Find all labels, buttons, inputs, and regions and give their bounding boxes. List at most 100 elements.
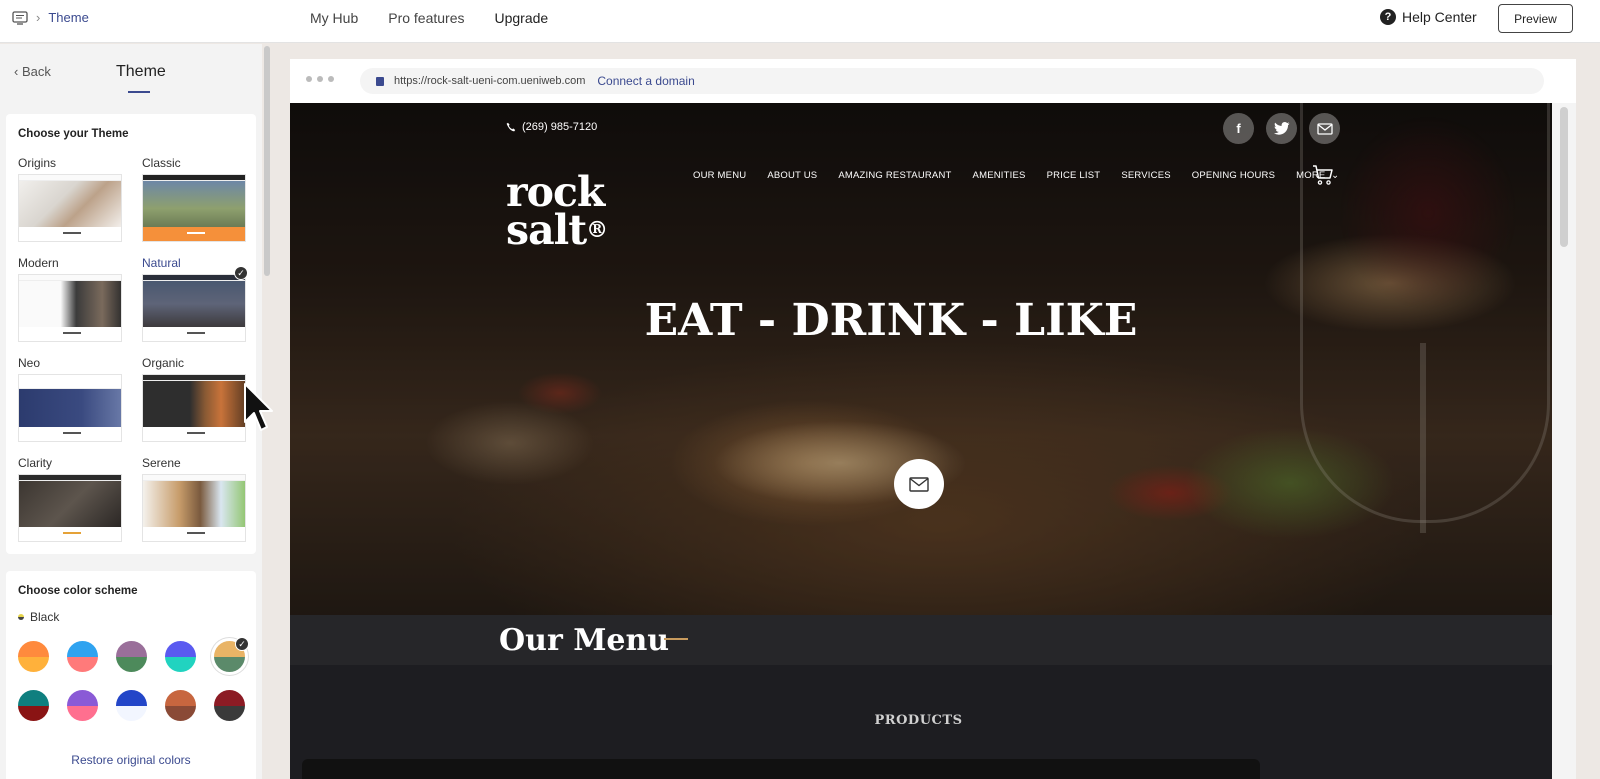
site-url: https://rock-salt-ueni-com.ueniweb.com	[394, 75, 586, 87]
back-button[interactable]: ‹ Back	[14, 64, 51, 79]
color-swatch[interactable]	[214, 690, 245, 721]
twitter-icon[interactable]	[1266, 113, 1297, 144]
help-center-link[interactable]: ? Help Center	[1380, 9, 1477, 25]
contact-mail-button[interactable]	[894, 459, 944, 509]
hero-headline-text: EAT - DRINK - LIKE	[644, 295, 1138, 346]
breadcrumb: › Theme	[12, 10, 89, 25]
nav-upgrade[interactable]: Upgrade	[495, 10, 549, 26]
color-swatch[interactable]	[165, 641, 196, 672]
logo-registered-mark: ®	[586, 217, 608, 243]
chevron-left-icon: ‹	[14, 64, 22, 79]
theme-name: Organic	[142, 356, 185, 370]
our-menu-title: Our Menu	[499, 623, 670, 658]
phone-text: (269) 985-7120	[522, 121, 598, 133]
email-icon[interactable]	[1309, 113, 1340, 144]
theme-option-natural[interactable]: Natural ✓	[142, 256, 248, 342]
envelope-icon	[909, 476, 929, 492]
site-nav-about-us[interactable]: ABOUT US	[767, 170, 817, 181]
theme-name: Modern	[18, 256, 59, 270]
theme-option-organic[interactable]: Organic	[142, 356, 246, 442]
site-nav-services[interactable]: SERVICES	[1121, 170, 1170, 181]
theme-option-neo[interactable]: Neo	[18, 356, 122, 442]
our-menu-header: Our Menu	[290, 615, 1552, 665]
sidebar-header: ‹ Back Theme	[0, 44, 262, 108]
breadcrumb-current[interactable]: Theme	[48, 10, 88, 25]
theme-name: Classic	[142, 156, 181, 170]
scheme-dot-icon	[18, 614, 24, 620]
products-heading: PRODUCTS	[874, 713, 963, 728]
nav-pro-features[interactable]: Pro features	[388, 10, 464, 26]
window-dots-icon	[306, 76, 334, 82]
phone-icon	[506, 122, 516, 132]
site-nav-opening-hours[interactable]: OPENING HOURS	[1192, 170, 1275, 181]
color-swatch[interactable]	[67, 690, 98, 721]
nav-my-hub[interactable]: My Hub	[310, 10, 358, 26]
site-navigation: OUR MENU ABOUT US AMAZING RESTAURANT AME…	[693, 170, 1339, 181]
theme-thumbnail[interactable]	[142, 174, 246, 242]
website-preview: (269) 985-7120 f rock salt® OUR MENU ABO…	[290, 103, 1552, 779]
theme-chooser-card: Choose your Theme Origins Classic Modern	[6, 114, 256, 554]
site-nav-our-menu[interactable]: OUR MENU	[693, 170, 746, 181]
site-preview-frame: https://rock-salt-ueni-com.ueniweb.com C…	[290, 59, 1576, 779]
color-section-title: Choose color scheme	[18, 585, 138, 597]
theme-option-modern[interactable]: Modern	[18, 256, 122, 342]
site-nav-amenities[interactable]: AMENITIES	[973, 170, 1026, 181]
theme-name: Neo	[18, 356, 41, 370]
theme-name: Natural	[142, 256, 181, 270]
scrollbar-thumb[interactable]	[1560, 107, 1568, 247]
site-nav-amazing-restaurant[interactable]: AMAZING RESTAURANT	[838, 170, 951, 181]
selected-check-icon: ✓	[234, 266, 248, 280]
hero-section: (269) 985-7120 f rock salt® OUR MENU ABO…	[290, 103, 1552, 615]
theme-thumbnail[interactable]	[18, 274, 122, 342]
help-center-label: Help Center	[1402, 9, 1477, 25]
theme-name: Origins	[18, 156, 57, 170]
connect-domain-link[interactable]: Connect a domain	[597, 74, 694, 88]
theme-option-classic[interactable]: Classic	[142, 156, 246, 242]
preview-url-bar: https://rock-salt-ueni-com.ueniweb.com C…	[290, 59, 1576, 103]
help-icon: ?	[1380, 9, 1396, 25]
theme-name: Serene	[142, 456, 181, 470]
color-swatch[interactable]	[18, 641, 49, 672]
monitor-icon[interactable]	[12, 10, 28, 25]
theme-option-origins[interactable]: Origins	[18, 156, 122, 242]
url-field: https://rock-salt-ueni-com.ueniweb.com C…	[360, 68, 1544, 94]
lock-icon	[376, 76, 384, 86]
facebook-icon[interactable]: f	[1223, 113, 1254, 144]
title-underline	[128, 91, 150, 93]
hero-headline: EAT - DRINK - LIKE	[290, 295, 1552, 346]
color-swatch[interactable]	[116, 690, 147, 721]
site-logo[interactable]: rock salt®	[506, 172, 608, 251]
color-swatch[interactable]	[165, 690, 196, 721]
color-swatch[interactable]	[18, 690, 49, 721]
title-accent-dash	[664, 638, 688, 640]
theme-sidebar: ‹ Back Theme Choose your Theme Origins C…	[0, 44, 262, 779]
color-swatch[interactable]	[67, 641, 98, 672]
theme-thumbnail[interactable]	[142, 374, 246, 442]
theme-thumbnail[interactable]	[18, 474, 122, 542]
products-panel	[302, 759, 1260, 779]
theme-thumbnail[interactable]	[18, 174, 122, 242]
mouse-cursor-icon	[244, 383, 273, 431]
theme-thumbnail[interactable]	[142, 474, 246, 542]
preview-scrollbar[interactable]	[1552, 103, 1576, 779]
sidebar-title: Theme	[116, 63, 166, 80]
theme-option-clarity[interactable]: Clarity	[18, 456, 122, 542]
site-nav-price-list[interactable]: PRICE LIST	[1047, 170, 1101, 181]
scrollbar-thumb[interactable]	[264, 46, 270, 276]
theme-thumbnail[interactable]	[142, 274, 246, 342]
breadcrumb-separator: ›	[36, 10, 41, 25]
restore-colors-link[interactable]: Restore original colors	[6, 753, 256, 767]
top-bar: › Theme My Hub Pro features Upgrade ? He…	[0, 0, 1600, 43]
top-nav: My Hub Pro features Upgrade	[310, 10, 548, 26]
current-scheme-name: Black	[30, 610, 60, 624]
preview-button[interactable]: Preview	[1498, 4, 1573, 33]
theme-name: Clarity	[18, 456, 53, 470]
current-scheme: Black	[18, 610, 59, 624]
color-swatch[interactable]	[116, 641, 147, 672]
phone-number[interactable]: (269) 985-7120	[506, 121, 597, 133]
cart-icon[interactable]	[1312, 164, 1334, 186]
color-scheme-card: Choose color scheme Black ✓ Restore orig…	[6, 571, 256, 779]
theme-thumbnail[interactable]	[18, 374, 122, 442]
back-label: Back	[21, 64, 51, 79]
theme-option-serene[interactable]: Serene	[142, 456, 246, 542]
